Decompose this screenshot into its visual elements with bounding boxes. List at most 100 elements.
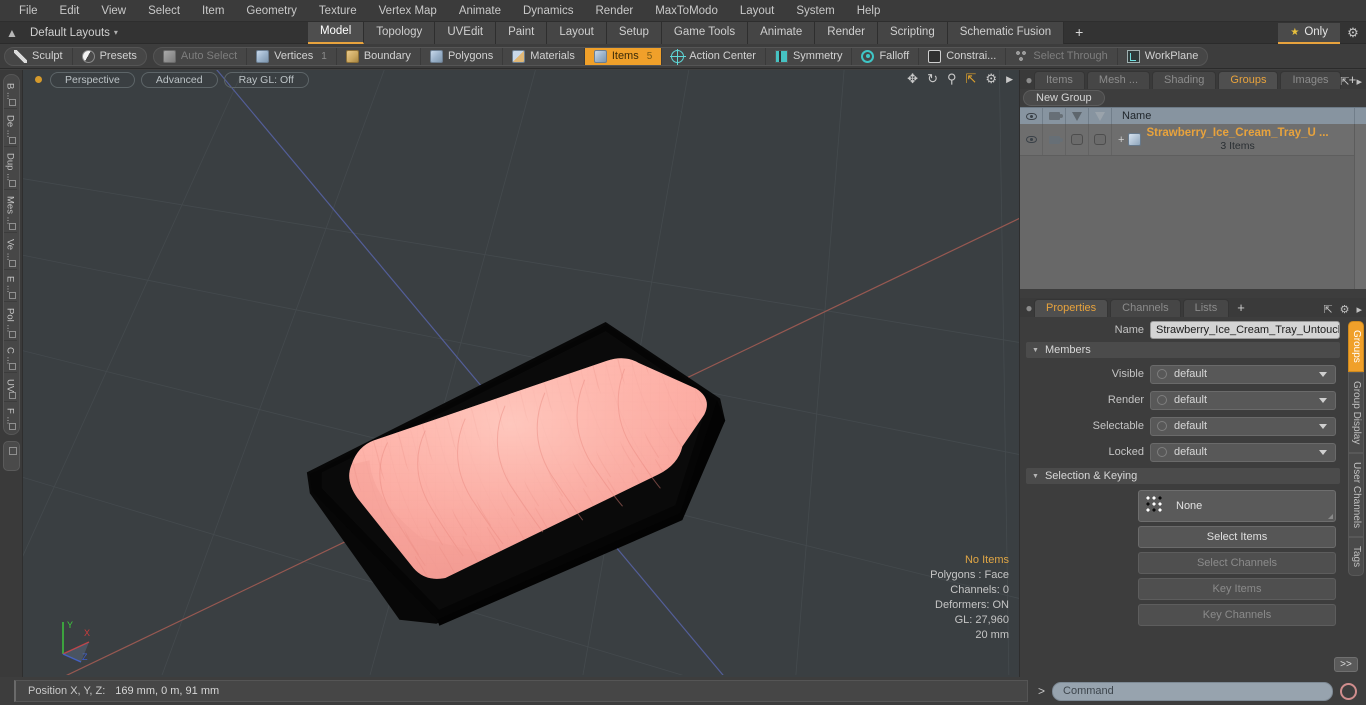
- tab-shading[interactable]: Shading: [1152, 71, 1217, 89]
- expand-icon[interactable]: ⇱: [1323, 303, 1332, 316]
- sculpt-button[interactable]: Sculpt: [5, 47, 73, 65]
- tab-properties[interactable]: Properties: [1034, 299, 1109, 317]
- rotate-icon[interactable]: ↻: [927, 71, 938, 87]
- tab-items[interactable]: Items: [1034, 71, 1085, 89]
- name-field[interactable]: Strawberry_Ice_Cream_Tray_Untouch: [1150, 320, 1340, 339]
- tab-groups[interactable]: Groups: [1218, 71, 1279, 89]
- menu-item-vertex-map[interactable]: Vertex Map: [368, 0, 448, 22]
- gear-icon[interactable]: ⚙: [1340, 303, 1350, 316]
- workplane-button[interactable]: WorkPlane: [1118, 48, 1208, 65]
- polygons-button[interactable]: Polygons: [421, 47, 504, 65]
- items-button[interactable]: Items 5: [584, 47, 663, 65]
- tab-topology[interactable]: Topology: [364, 21, 436, 44]
- menu-item-select[interactable]: Select: [137, 0, 191, 22]
- col-selectable[interactable]: [1066, 107, 1089, 125]
- row-name-cell[interactable]: + Strawberry_Ice_Cream_Tray_U ... 3 Item…: [1112, 124, 1366, 155]
- col-visibility[interactable]: [1020, 107, 1043, 125]
- more-options-button[interactable]: >>: [1334, 657, 1358, 672]
- left-tab-duplicate[interactable]: Dup ...: [3, 147, 17, 190]
- tab-channels[interactable]: Channels: [1110, 299, 1181, 317]
- row-locked-checkbox[interactable]: [1089, 124, 1112, 155]
- left-tab-mesh[interactable]: Mes ...: [3, 190, 17, 234]
- left-tab-extra[interactable]: [2, 440, 20, 471]
- play-icon[interactable]: ▶: [1006, 71, 1013, 87]
- menu-item-dynamics[interactable]: Dynamics: [512, 0, 584, 22]
- members-section-header[interactable]: ▼ Members: [1026, 342, 1340, 358]
- side-tab-user-channels[interactable]: User Channels: [1348, 453, 1364, 538]
- tab-paint[interactable]: Paint: [496, 21, 548, 44]
- home-up-icon[interactable]: ▲: [0, 26, 24, 40]
- selection-keying-section-header[interactable]: ▼ Selection & Keying: [1026, 468, 1340, 484]
- tab-schematic-fusion[interactable]: Schematic Fusion: [947, 21, 1065, 44]
- expand-icon[interactable]: ⇱: [1340, 75, 1349, 88]
- falloff-button[interactable]: Falloff: [852, 47, 920, 65]
- only-toggle-button[interactable]: ★ Only: [1278, 22, 1340, 44]
- side-tab-tags[interactable]: Tags: [1348, 537, 1364, 577]
- col-locked[interactable]: [1089, 107, 1112, 125]
- add-tab-button[interactable]: +: [1064, 22, 1094, 44]
- expand-icon[interactable]: +: [1118, 134, 1124, 146]
- left-tab-basic[interactable]: B ...: [3, 77, 17, 109]
- layout-title[interactable]: Default Layouts: [24, 27, 110, 39]
- tab-layout[interactable]: Layout: [547, 21, 607, 44]
- row-visibility-toggle[interactable]: [1020, 124, 1043, 155]
- viewport-perspective-button[interactable]: Perspective: [50, 71, 135, 88]
- fit-icon[interactable]: ⇱: [966, 71, 977, 87]
- chevron-down-icon[interactable]: ▾: [114, 28, 118, 37]
- left-tab-vertex[interactable]: Ve ...: [3, 233, 17, 270]
- panel-menu-icon[interactable]: ●: [1024, 71, 1034, 89]
- left-tab-uv[interactable]: UV: [3, 373, 17, 402]
- menu-item-item[interactable]: Item: [191, 0, 235, 22]
- group-list[interactable]: + Strawberry_Ice_Cream_Tray_U ... 3 Item…: [1020, 124, 1366, 289]
- auto-select-button[interactable]: Auto Select: [154, 47, 248, 65]
- record-icon[interactable]: [1340, 682, 1357, 700]
- properties-menu-icon[interactable]: ●: [1024, 299, 1034, 317]
- row-selectable-checkbox[interactable]: [1066, 124, 1089, 155]
- menu-item-texture[interactable]: Texture: [308, 0, 368, 22]
- tab-images[interactable]: Images: [1280, 71, 1341, 89]
- selectable-dropdown[interactable]: default: [1150, 416, 1336, 436]
- tab-lists[interactable]: Lists: [1182, 299, 1230, 317]
- action-center-button[interactable]: Action Center: [662, 47, 766, 65]
- left-tab-polygon[interactable]: Pol ...: [3, 302, 17, 341]
- col-render[interactable]: [1043, 107, 1066, 125]
- left-tab-curve[interactable]: C ...: [3, 341, 17, 374]
- tab-animate[interactable]: Animate: [748, 21, 816, 44]
- locked-dropdown[interactable]: default: [1150, 442, 1336, 462]
- menu-item-layout[interactable]: Layout: [729, 0, 786, 22]
- group-list-scrollbar[interactable]: [1354, 124, 1366, 289]
- viewport[interactable]: Perspective Advanced Ray GL: Off ✥ ↻ ⚲ ⇱…: [22, 70, 1020, 677]
- tab-render[interactable]: Render: [815, 21, 878, 44]
- vertices-button[interactable]: Vertices 1: [247, 47, 337, 65]
- menu-item-maxtomodo[interactable]: MaxToModo: [644, 0, 729, 22]
- table-row[interactable]: + Strawberry_Ice_Cream_Tray_U ... 3 Item…: [1020, 124, 1366, 156]
- menu-item-render[interactable]: Render: [584, 0, 644, 22]
- tab-mesh[interactable]: Mesh ...: [1086, 71, 1151, 89]
- tab-model[interactable]: Model: [307, 21, 365, 44]
- menu-item-help[interactable]: Help: [846, 0, 892, 22]
- left-tab-edge[interactable]: E ...: [3, 270, 17, 302]
- presets-button[interactable]: Presets: [73, 48, 146, 65]
- add-properties-tab-button[interactable]: +: [1231, 299, 1251, 317]
- viewport-raygl-button[interactable]: Ray GL: Off: [223, 71, 309, 88]
- render-dropdown[interactable]: default: [1150, 390, 1336, 410]
- side-tab-group-display[interactable]: Group Display: [1348, 371, 1364, 454]
- menu-item-system[interactable]: System: [785, 0, 845, 22]
- viewport-3d-canvas[interactable]: [23, 70, 1019, 675]
- gear-icon[interactable]: ⚙: [985, 71, 997, 87]
- side-tab-groups[interactable]: Groups: [1348, 321, 1364, 372]
- left-tab-fusion[interactable]: F ...: [4, 402, 17, 432]
- constraint-button[interactable]: Constrai...: [919, 47, 1007, 65]
- gear-icon[interactable]: ⚙: [1340, 25, 1366, 41]
- new-group-button[interactable]: New Group: [1023, 90, 1105, 106]
- menu-item-animate[interactable]: Animate: [448, 0, 512, 22]
- chevron-right-icon[interactable]: ▸: [1356, 303, 1362, 316]
- viewport-advanced-button[interactable]: Advanced: [140, 71, 218, 88]
- menu-item-geometry[interactable]: Geometry: [235, 0, 308, 22]
- chevron-right-icon[interactable]: ▸: [1356, 75, 1362, 88]
- tab-game-tools[interactable]: Game Tools: [661, 21, 749, 44]
- select-items-button[interactable]: Select Items: [1138, 526, 1336, 548]
- visible-dropdown[interactable]: default: [1150, 364, 1336, 384]
- symmetry-button[interactable]: Symmetry: [766, 47, 853, 65]
- command-input[interactable]: Command: [1052, 681, 1333, 701]
